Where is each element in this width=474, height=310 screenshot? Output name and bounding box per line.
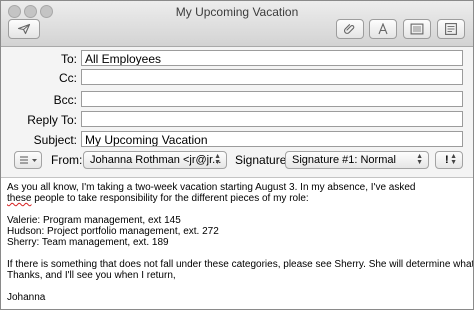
from-label: From: [51, 153, 83, 167]
signature-popup[interactable]: Signature #1: Normal ▲ ▼ [285, 151, 429, 169]
title-bar: My Upcoming Vacation [1, 1, 473, 47]
popup-arrows-icon: ▲ ▼ [450, 153, 457, 166]
fonts-icon [378, 23, 388, 35]
from-popup[interactable]: Johanna Rothman <jr@jr... ▲ ▼ [83, 151, 227, 169]
reply-to-label: Reply To: [27, 113, 77, 127]
body-line: Thanks, and I'll see you when I return, [7, 270, 176, 281]
message-body[interactable]: As you all know, I'm taking a two-week v… [7, 182, 474, 303]
body-line: As you all know, I'm taking a two-week v… [7, 182, 416, 193]
fonts-button[interactable] [369, 19, 397, 39]
list-icon [20, 156, 37, 164]
signature-value: Signature #1: Normal [292, 154, 396, 166]
signature-label: Signature: [235, 153, 290, 167]
options-row: From: Johanna Rothman <jr@jr... ▲ ▼ Signa… [1, 151, 473, 171]
popup-arrows-icon: ▲ ▼ [416, 153, 423, 166]
to-row: To: All Employees [1, 50, 473, 68]
stationery-button[interactable] [437, 19, 465, 39]
reply-to-row: Reply To: [1, 111, 473, 129]
to-field[interactable]: All Employees [81, 50, 463, 66]
body-list-item: Sherry: Team management, ext. 189 [7, 237, 169, 248]
priority-popup[interactable]: ! ▲ ▼ [435, 151, 463, 169]
compose-window: My Upcoming Vacation To: All Employees C… [0, 0, 474, 310]
to-label: To: [60, 52, 77, 66]
photo-browser-icon [410, 23, 424, 35]
cc-label: Cc: [59, 71, 77, 85]
send-button[interactable] [8, 19, 40, 39]
bcc-field[interactable] [81, 91, 463, 107]
body-signoff: Johanna [7, 292, 46, 303]
window-title: My Upcoming Vacation [175, 5, 299, 19]
body-list-item: Hudson: Project portfolio management, ex… [7, 226, 219, 237]
cc-field[interactable] [81, 69, 463, 85]
priority-value: ! [445, 154, 449, 166]
message-header-fields: To: All Employees Cc: Bcc: Reply To: Sub… [1, 47, 473, 178]
misspelled-word: these [7, 193, 32, 204]
subject-label: Subject: [33, 133, 77, 147]
subject-field[interactable]: My Upcoming Vacation [81, 131, 463, 147]
body-list-item: Valerie: Program management, ext 145 [7, 215, 181, 226]
body-line: these people to take responsibility for … [7, 193, 309, 204]
subject-row: Subject: My Upcoming Vacation [1, 131, 473, 149]
body-line: If there is something that does not fall… [7, 259, 474, 270]
header-fields-menu[interactable] [14, 151, 42, 169]
bcc-row: Bcc: [1, 91, 473, 109]
photo-browser-button[interactable] [403, 19, 431, 39]
send-icon [17, 23, 31, 35]
stationery-icon [445, 23, 457, 35]
attach-button[interactable] [336, 19, 364, 39]
popup-arrows-icon: ▲ ▼ [214, 153, 221, 166]
paperclip-icon [344, 24, 355, 34]
cc-row: Cc: [1, 69, 473, 87]
bcc-label: Bcc: [53, 93, 77, 107]
reply-to-field[interactable] [81, 111, 463, 127]
from-value: Johanna Rothman <jr@jr... [90, 154, 222, 166]
